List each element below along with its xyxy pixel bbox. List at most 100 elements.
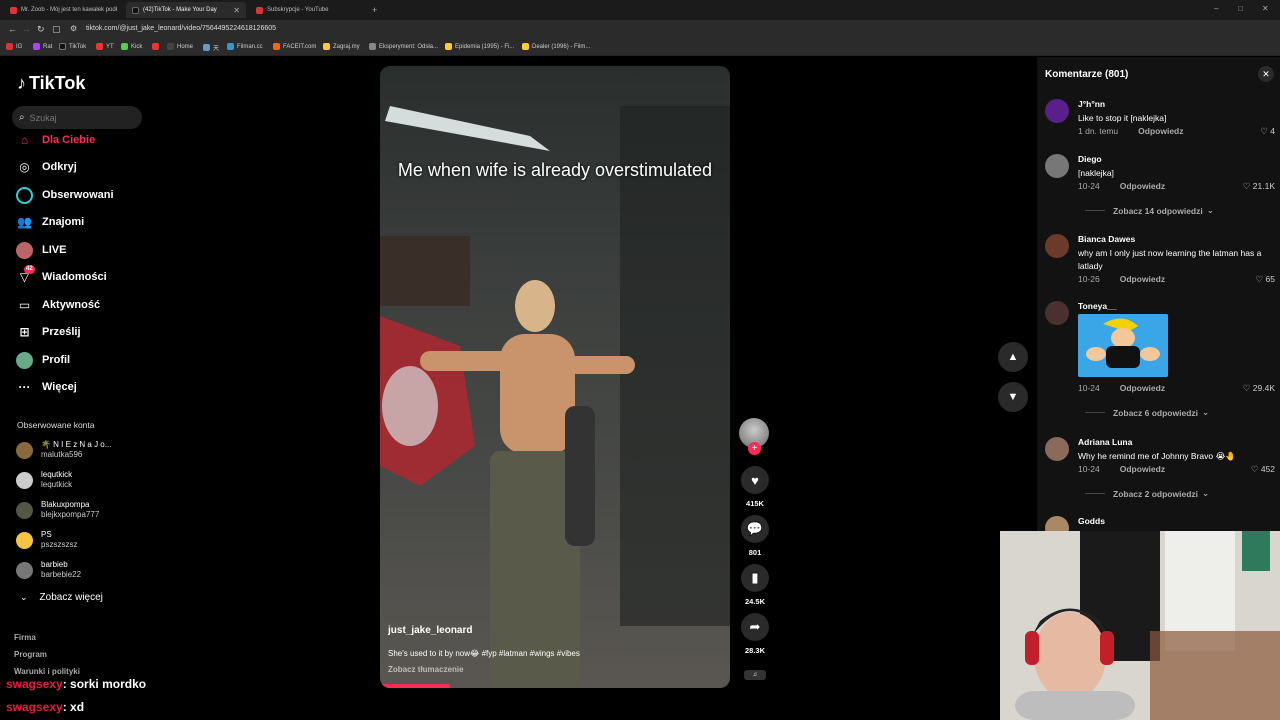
footer-link-program[interactable]: Program — [14, 650, 47, 659]
comment-author[interactable]: Adriana Luna — [1078, 437, 1132, 447]
search-box[interactable]: ⌕ — [12, 106, 142, 129]
video-author[interactable]: just_jake_leonard — [388, 625, 472, 636]
nav-more[interactable]: ··· Więcej — [16, 377, 77, 397]
bookmark-item[interactable]: YT — [96, 43, 114, 50]
account-name: barbieb — [41, 560, 68, 569]
bookmark-item[interactable]: Kick — [121, 43, 142, 50]
bookmark-item[interactable]: Zagraj.my — [323, 43, 360, 50]
nav-live[interactable]: LIVE — [16, 240, 66, 260]
comment-like[interactable]: ♡ 29.4K — [1243, 383, 1275, 394]
comment-author[interactable]: J°h°nn — [1078, 99, 1105, 109]
nav-explore[interactable]: ◎ Odkryj — [16, 157, 77, 177]
bookmark-item[interactable]: Rat — [33, 43, 52, 50]
avatar[interactable] — [1045, 99, 1069, 123]
comment-like[interactable]: ♡ 4 — [1260, 126, 1275, 137]
comment-author[interactable]: Toneya__ — [1078, 301, 1117, 311]
reload-icon[interactable]: ↻ — [37, 24, 45, 35]
followed-account[interactable]: PS pszszszsz — [16, 530, 77, 550]
comment-like[interactable]: ♡ 21.1K — [1243, 181, 1275, 192]
video-description: She's used to it by now😂 #fyp #latman #w… — [388, 649, 580, 658]
tiktok-logo[interactable]: ♪ TikTok — [17, 73, 85, 94]
search-input[interactable] — [29, 112, 130, 123]
nav-following[interactable]: Obserwowani — [16, 185, 114, 205]
comment-author[interactable]: Godds — [1078, 516, 1105, 526]
site-info-icon[interactable]: ⚙ — [70, 24, 77, 33]
bookmark-item[interactable]: Epidemia (1995) - Fi... — [445, 43, 514, 50]
reply-button[interactable]: Odpowiedz — [1120, 383, 1165, 393]
close-window-icon[interactable]: ✕ — [1262, 4, 1269, 13]
see-translation-link[interactable]: Zobacz tłumaczenie — [388, 665, 464, 674]
followed-account[interactable]: 🌴 N I E z N a J o... malutka596 — [16, 440, 111, 460]
maximize-icon[interactable]: □ — [1238, 4, 1243, 13]
comment-button[interactable]: 💬 801 — [740, 515, 770, 557]
browser-tab-active[interactable]: (42)TikTok - Make Your Day ✕ — [126, 2, 246, 18]
bookmark-item[interactable] — [152, 43, 162, 50]
nav-messages[interactable]: ▽ 42 Wiadomości — [16, 264, 107, 287]
view-replies-button[interactable]: Zobacz 2 odpowiedzi ⌄ — [1085, 488, 1209, 499]
nav-profile[interactable]: Profil — [16, 350, 70, 370]
close-tab-icon[interactable]: ✕ — [227, 6, 240, 15]
followed-account[interactable]: barbieb barbebie22 — [16, 560, 81, 580]
reply-button[interactable]: Odpowiedz — [1138, 126, 1183, 136]
reply-button[interactable]: Odpowiedz — [1120, 181, 1165, 191]
footer-link-company[interactable]: Firma — [14, 633, 36, 642]
bookmark-item[interactable]: TikTok — [59, 43, 86, 50]
video-player[interactable]: Me when wife is already overstimulated j… — [380, 66, 730, 688]
footer-link-terms[interactable]: Warunki i polityki — [14, 667, 80, 676]
bookmark-item[interactable]: Home — [167, 43, 193, 50]
chevron-down-icon: ⌄ — [20, 592, 28, 602]
like-button[interactable]: ♥ 415K — [740, 466, 770, 508]
view-replies-button[interactable]: Zobacz 6 odpowiedzi ⌄ — [1085, 407, 1209, 418]
new-tab-button[interactable]: + — [372, 2, 386, 18]
view-replies-button[interactable]: Zobacz 14 odpowiedzi ⌄ — [1085, 205, 1214, 216]
avatar[interactable] — [1045, 301, 1069, 325]
share-button[interactable]: ➦ 28.3K — [740, 613, 770, 655]
bookmark-icon — [203, 44, 210, 51]
bookmark-item[interactable]: FACEIT.com — [273, 43, 316, 50]
nav-upload[interactable]: ⊞ Prześlij — [16, 322, 80, 342]
music-disc-icon[interactable]: ♫ — [744, 670, 766, 680]
account-handle: lequtkick — [41, 480, 73, 489]
like-count: 415K — [746, 499, 764, 508]
url-field[interactable]: tiktok.com/@just_jake_leonard/video/7564… — [86, 25, 276, 32]
avatar[interactable] — [1045, 234, 1069, 258]
video-progress-bar[interactable] — [380, 684, 450, 688]
bookmark-item[interactable]: 天 — [203, 43, 219, 52]
see-more-button[interactable]: ⌄ Zobacz więcej — [20, 592, 103, 603]
reply-button[interactable]: Odpowiedz — [1120, 274, 1165, 284]
nav-activity[interactable]: ▭ Aktywność — [16, 295, 100, 315]
reply-button[interactable]: Odpowiedz — [1120, 464, 1165, 474]
bookmark-item[interactable]: Dealer (1996) - Film... — [522, 43, 590, 50]
chevron-up-icon: ▲ — [1007, 351, 1019, 363]
nav-friends[interactable]: 👥 Znajomi — [16, 212, 84, 232]
followed-account[interactable]: lequtkick lequtkick — [16, 470, 72, 490]
browser-tab[interactable]: Subskrypcje - YouTube — [250, 2, 370, 18]
bookmark-item[interactable]: Filman.cc — [227, 43, 263, 50]
browser-tab[interactable]: Mr. Zoob - Mój jest ten kawałek podł — [4, 2, 122, 18]
avatar[interactable] — [1045, 154, 1069, 178]
previous-video-button[interactable]: ▲ — [998, 342, 1028, 372]
next-video-button[interactable]: ▼ — [998, 382, 1028, 412]
forward-icon[interactable]: → — [22, 24, 31, 34]
bookmark-item[interactable]: Eksperyment: Odsła... — [369, 43, 438, 50]
back-icon[interactable]: ← — [8, 24, 17, 34]
upload-icon: ⊞ — [19, 325, 30, 339]
tab-title: Subskrypcje - YouTube — [267, 7, 329, 13]
chevron-down-icon: ⌄ — [1202, 488, 1210, 498]
bookmark-item[interactable]: IG — [6, 43, 22, 50]
follow-plus-icon[interactable]: + — [748, 442, 761, 455]
close-comments-icon[interactable]: ✕ — [1258, 66, 1274, 82]
youtube-favicon-icon — [256, 6, 263, 14]
avatar[interactable] — [1045, 437, 1069, 461]
comment-author[interactable]: Diego — [1078, 154, 1102, 164]
bookmark-icon[interactable]: ▢ — [52, 24, 61, 35]
nav-for-you[interactable]: ⌂ Dla Ciebie — [16, 130, 95, 150]
comment-like[interactable]: ♡ 452 — [1251, 464, 1275, 475]
comment-like[interactable]: ♡ 65 — [1256, 274, 1275, 285]
minimize-icon[interactable]: – — [1214, 4, 1218, 13]
comment-author[interactable]: Bianca Dawes — [1078, 234, 1135, 244]
followed-account[interactable]: Blakuxpompa blejkxpompa777 — [16, 500, 99, 520]
account-name: 🌴 N I E z N a J o... — [41, 440, 112, 449]
save-button[interactable]: ▮ 24.5K — [740, 564, 770, 606]
chat-username: swagsexy — [6, 677, 63, 691]
